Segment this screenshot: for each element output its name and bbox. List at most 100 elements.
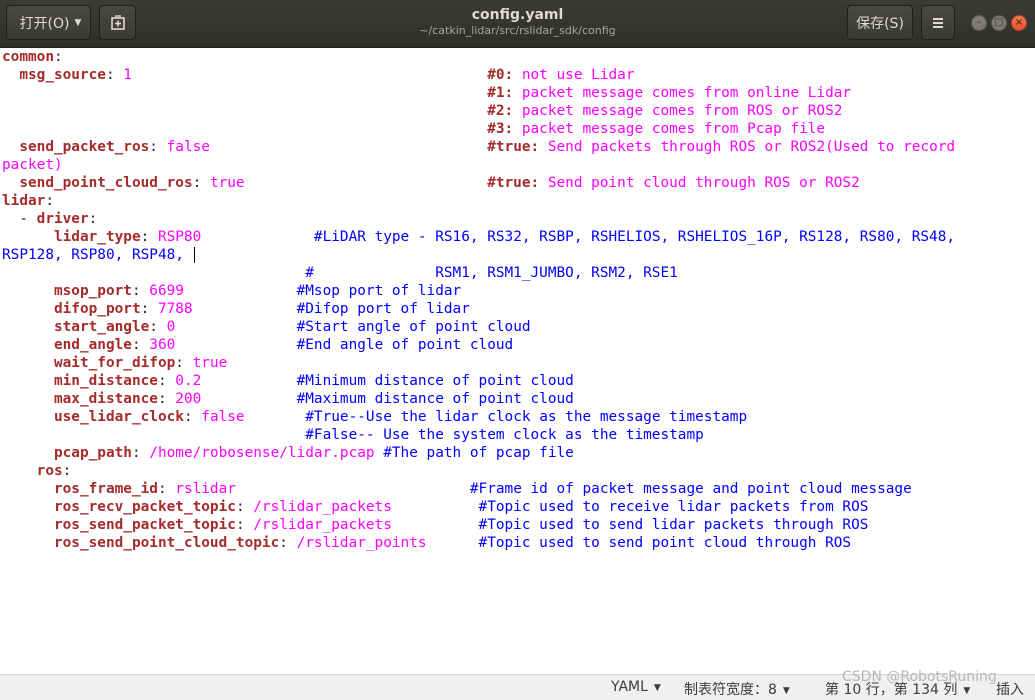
code-line[interactable]: lidar_type: RSP80 #LiDAR type - RS16, RS…	[2, 228, 955, 246]
code-line[interactable]: wait_for_difop: true	[2, 354, 227, 372]
yaml-comment: # RSM1, RSM1_JUMBO, RSM2, RSE1	[305, 265, 678, 281]
save-button[interactable]: 保存(S)	[847, 5, 913, 40]
code-line[interactable]: pcap_path: /home/robosense/lidar.pcap #T…	[2, 444, 574, 462]
chevron-down-icon: ▼	[782, 686, 790, 696]
code-text: :	[157, 391, 176, 407]
code-line[interactable]: #2: packet message comes from ROS or ROS…	[2, 102, 842, 120]
yaml-key: #0:	[487, 67, 522, 83]
yaml-value: false	[166, 139, 210, 155]
header-bar: 打开(O) ▼ config.yaml ~/catkin_lidar/src/r…	[0, 0, 1035, 48]
menu-button[interactable]	[921, 5, 955, 40]
maximize-icon[interactable]: □	[991, 15, 1007, 31]
insert-mode-label: 插入	[996, 682, 1024, 698]
yaml-value: 1	[123, 67, 132, 83]
code-line[interactable]: ros_frame_id: rslidar #Frame id of packe…	[2, 480, 912, 498]
text-cursor	[193, 247, 195, 263]
language-selector[interactable]: YAML ▼	[611, 679, 661, 695]
yaml-value: 0	[166, 319, 176, 335]
code-text: :	[53, 49, 63, 65]
code-text: :	[149, 319, 167, 335]
code-line[interactable]: packet)	[2, 156, 63, 174]
code-text: :	[235, 517, 254, 533]
code-line[interactable]: max_distance: 200 #Maximum distance of p…	[2, 390, 574, 408]
code-line[interactable]: end_angle: 360 #End angle of point cloud	[2, 336, 513, 354]
code-line[interactable]: # RSM1, RSM1_JUMBO, RSM2, RSE1	[2, 264, 678, 282]
yaml-comment: #Maximum distance of point cloud	[296, 391, 574, 407]
code-line[interactable]: start_angle: 0 #Start angle of point clo…	[2, 318, 531, 336]
code-line[interactable]: send_packet_ros: false #true: Send packe…	[2, 138, 955, 156]
yaml-comment: #False-- Use the system clock as the tim…	[305, 427, 704, 443]
yaml-comment: #Topic used to receive lidar packets fro…	[478, 499, 869, 515]
yaml-value: Send packets through ROS or ROS2(Used to…	[547, 139, 956, 155]
file-path: ~/catkin_lidar/src/rslidar_sdk/config	[419, 24, 616, 37]
watermark: CSDN @RobotsRuning	[842, 669, 997, 685]
yaml-value: rslidar	[175, 481, 236, 497]
yaml-key: msop_port	[53, 283, 132, 299]
yaml-key: ros_send_packet_topic	[53, 517, 236, 533]
code-line[interactable]: lidar:	[2, 192, 54, 210]
code-line[interactable]: RSP128, RSP80, RSP48,	[2, 246, 195, 264]
code-text: :	[62, 463, 72, 479]
tab-width-selector[interactable]: 制表符宽度：8 ▼	[684, 679, 790, 699]
code-line[interactable]: min_distance: 0.2 #Minimum distance of p…	[2, 372, 574, 390]
code-line[interactable]: ros:	[2, 462, 72, 480]
yaml-key: lidar	[2, 193, 46, 209]
code-line[interactable]: msop_port: 6699 #Msop port of lidar	[2, 282, 461, 300]
code-line[interactable]: use_lidar_clock: false #True--Use the li…	[2, 408, 747, 426]
code-line[interactable]: ros_send_packet_topic: /rslidar_packets …	[2, 516, 868, 534]
yaml-comment: #End angle of point cloud	[296, 337, 514, 353]
yaml-key: max_distance	[53, 391, 158, 407]
code-line[interactable]: difop_port: 7788 #Difop port of lidar	[2, 300, 470, 318]
yaml-value: 7788	[157, 301, 193, 317]
code-text: :	[140, 301, 158, 317]
yaml-value: packet message comes from online Lidar	[521, 85, 852, 101]
close-icon[interactable]: ×	[1011, 15, 1027, 31]
yaml-comment: RSP128, RSP80, RSP48,	[2, 247, 193, 263]
yaml-value: packet message comes from ROS or ROS2	[521, 103, 843, 119]
yaml-key: common	[2, 49, 54, 65]
yaml-comment: #Frame id of packet message and point cl…	[469, 481, 912, 497]
code-line[interactable]: #1: packet message comes from online Lid…	[2, 84, 851, 102]
code-line[interactable]: msg_source: 1 #0: not use Lidar	[2, 66, 634, 84]
yaml-key: #2:	[487, 103, 522, 119]
code-line[interactable]: ros_recv_packet_topic: /rslidar_packets …	[2, 498, 868, 516]
new-document-button[interactable]	[99, 5, 136, 40]
code-line[interactable]: #3: packet message comes from Pcap file	[2, 120, 825, 138]
code-text: :	[235, 499, 254, 515]
yaml-comment: #Difop port of lidar	[296, 301, 470, 317]
window-title: config.yaml ~/catkin_lidar/src/rslidar_s…	[300, 6, 735, 38]
code-line[interactable]: - driver:	[2, 210, 97, 228]
yaml-key: ros	[36, 463, 63, 479]
open-button-label: 打开(O)	[19, 15, 70, 32]
code-line[interactable]: common:	[2, 48, 63, 66]
minimize-icon[interactable]: –	[971, 15, 987, 31]
open-button[interactable]: 打开(O) ▼	[6, 5, 91, 40]
code-text: :	[131, 283, 150, 299]
yaml-comment: #Minimum distance of point cloud	[296, 373, 574, 389]
code-editor[interactable]: common: msg_source: 1 #0: not use Lidar …	[0, 48, 1035, 674]
code-line[interactable]: #False-- Use the system clock as the tim…	[2, 426, 704, 444]
code-text: :	[157, 373, 176, 389]
yaml-key: #1:	[487, 85, 522, 101]
yaml-value: /home/robosense/lidar.pcap	[149, 445, 375, 461]
code-line[interactable]: send_point_cloud_ros: true #true: Send p…	[2, 174, 859, 192]
code-text: :	[183, 409, 202, 425]
code-line[interactable]: ros_send_point_cloud_topic: /rslidar_poi…	[2, 534, 851, 552]
yaml-key: ros_send_point_cloud_topic	[53, 535, 280, 551]
